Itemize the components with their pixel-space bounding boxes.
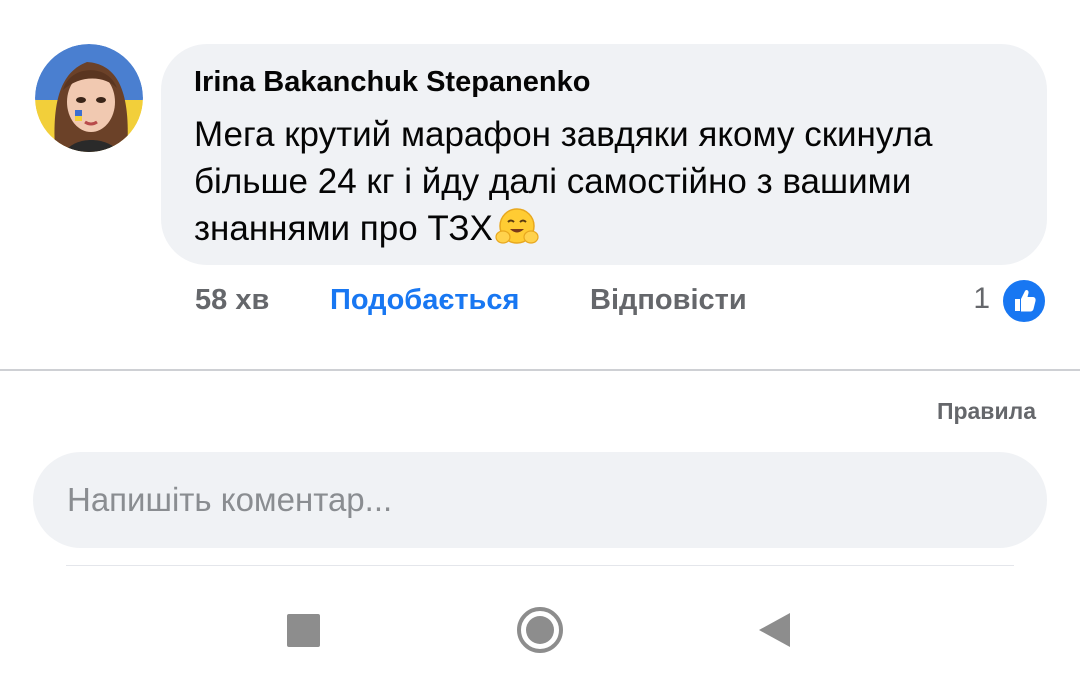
comment-screen: Irina Bakanchuk Stepanenko Мега крутий м…: [0, 0, 1080, 695]
comment-author[interactable]: Irina Bakanchuk Stepanenko: [194, 66, 590, 99]
avatar[interactable]: [35, 44, 143, 152]
comment-timestamp: 58 хв: [195, 284, 270, 316]
reply-button[interactable]: Відповісти: [590, 284, 747, 317]
comment-input[interactable]: [67, 452, 1007, 548]
comment-bubble: Irina Bakanchuk Stepanenko Мега крутий м…: [161, 44, 1047, 265]
rules-link[interactable]: Правила: [937, 398, 1036, 425]
comment-input-container[interactable]: [33, 452, 1047, 548]
comment-actions: 58 хв Подобається Відповісти 1: [0, 278, 1080, 324]
back-triangle-icon[interactable]: [756, 611, 792, 649]
reaction-count[interactable]: 1: [973, 282, 990, 316]
avatar-image: [35, 44, 143, 152]
like-button[interactable]: Подобається: [330, 284, 519, 317]
comment-text: Мега крутий марафон завдяки якому скинул…: [194, 115, 933, 248]
comment-body: Мега крутий марафон завдяки якому скинул…: [194, 111, 1024, 252]
square-icon[interactable]: [287, 614, 320, 647]
home-circle-icon[interactable]: [516, 606, 564, 654]
input-divider: [66, 565, 1014, 566]
hugging-face-emoji-icon: [495, 206, 539, 248]
thumbs-up-icon[interactable]: [1001, 278, 1047, 324]
section-divider: [0, 369, 1080, 371]
